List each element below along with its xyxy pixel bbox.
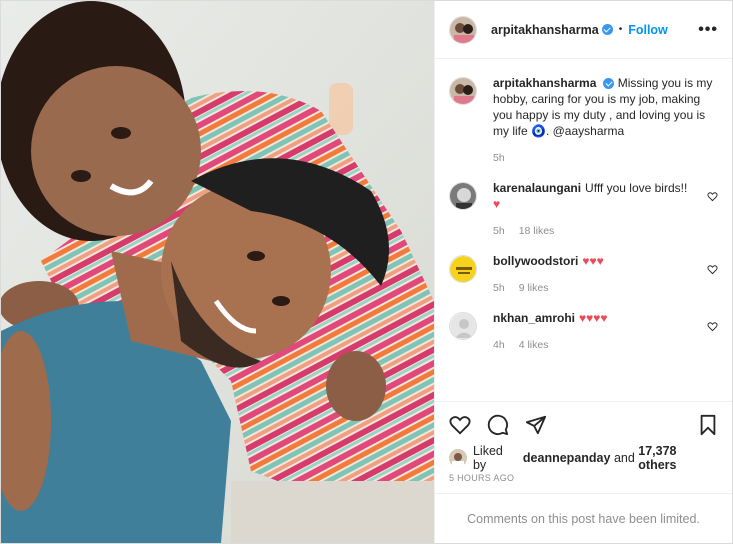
commenter-avatar[interactable]	[449, 312, 477, 340]
selfie-image	[1, 1, 434, 543]
caption-avatar[interactable]	[449, 77, 477, 105]
likes-count[interactable]: 17,378 others	[638, 444, 718, 472]
verified-badge-icon	[601, 24, 613, 35]
comment-likes[interactable]: 18 likes	[519, 225, 555, 237]
author-username[interactable]: arpitakhansharma	[491, 23, 599, 37]
post-timestamp[interactable]: 5 HOURS AGO	[435, 469, 732, 493]
heart-emoji: ♥	[493, 197, 501, 211]
comment-icon[interactable]	[487, 414, 509, 436]
caption: arpitakhansharma Missing you is my hobby…	[449, 75, 718, 166]
commenter-avatar[interactable]	[449, 182, 477, 210]
comment-item: karenalaungani Ufff you love birds!! ♥ 5h…	[449, 180, 718, 239]
comments-list: arpitakhansharma Missing you is my hobby…	[435, 59, 732, 401]
follow-button[interactable]: Follow	[628, 23, 668, 37]
liker-username[interactable]: deannepanday	[523, 451, 611, 465]
caption-username[interactable]: arpitakhansharma	[493, 76, 596, 90]
comment-like-heart-icon[interactable]	[707, 321, 718, 332]
likes-middle: and	[613, 451, 635, 465]
likes-summary: Liked by deannepanday and 17,378 others	[435, 444, 732, 472]
post-side-panel: arpitakhansharma • Follow ••• arpitakhan…	[434, 1, 732, 543]
share-icon[interactable]	[525, 414, 547, 436]
caption-time[interactable]: 5h	[493, 152, 505, 164]
post-actions-bar	[435, 401, 732, 447]
heart-emoji: ♥♥♥♥	[579, 311, 608, 325]
author-avatar[interactable]	[449, 15, 477, 44]
comment-item: bollywoodstori ♥♥♥ 5h 9 likes	[449, 253, 718, 296]
separator-dot: •	[618, 24, 623, 35]
liker-avatar[interactable]	[449, 449, 467, 467]
bookmark-icon[interactable]	[698, 414, 718, 436]
heart-emoji: ♥♥♥	[582, 254, 604, 268]
comment-username[interactable]: bollywoodstori	[493, 254, 578, 268]
more-options-icon[interactable]: •••	[698, 21, 718, 39]
post-header: arpitakhansharma • Follow •••	[435, 1, 732, 59]
post-photo[interactable]	[1, 1, 434, 543]
comment-likes[interactable]: 9 likes	[519, 282, 549, 294]
comment-like-heart-icon[interactable]	[707, 191, 718, 202]
comment-likes[interactable]: 4 likes	[519, 339, 549, 351]
instagram-post: arpitakhansharma • Follow ••• arpitakhan…	[0, 0, 733, 544]
comment-item: nkhan_amrohi ♥♥♥♥ 4h 4 likes	[449, 310, 718, 353]
comment-time[interactable]: 5h	[493, 225, 505, 237]
comment-time[interactable]: 4h	[493, 339, 505, 351]
comment-username[interactable]: nkhan_amrohi	[493, 311, 575, 325]
heart-icon[interactable]	[449, 414, 471, 436]
comment-username[interactable]: karenalaungani	[493, 181, 581, 195]
comment-text: Ufff you love birds!!	[585, 181, 688, 195]
comment-time[interactable]: 5h	[493, 282, 505, 294]
comments-limited-notice: Comments on this post have been limited.	[435, 493, 732, 543]
verified-badge-icon	[603, 78, 615, 90]
likes-prefix: Liked by	[472, 444, 503, 472]
comment-like-heart-icon[interactable]	[707, 264, 718, 275]
commenter-avatar[interactable]	[449, 255, 477, 283]
